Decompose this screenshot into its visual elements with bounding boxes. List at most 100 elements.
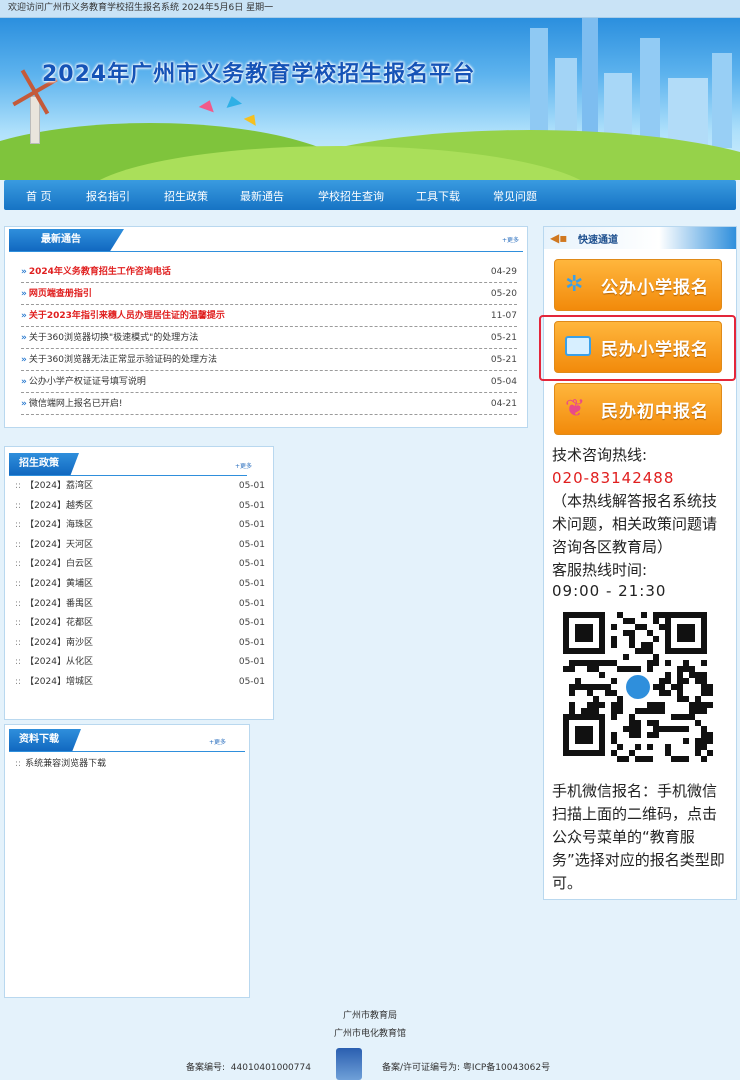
notice-item[interactable]: » 网页端查册指引 05-20 <box>21 283 517 305</box>
download-more-link[interactable]: +更多 <box>209 737 226 746</box>
notice-item[interactable]: » 关于360浏览器切换"极速模式"的处理方法 05-21 <box>21 327 517 349</box>
bullet-icon: :: <box>15 579 22 589</box>
bullet-icon: :: <box>15 657 22 668</box>
policy-item[interactable]: :: 【2024】花都区 05-01 <box>15 614 265 633</box>
policy-item[interactable]: :: 【2024】荔湾区 05-01 <box>15 477 265 496</box>
footer-org: 广州市教育局 <box>342 1011 397 1021</box>
nav-faq[interactable]: 常见问题 <box>493 188 537 204</box>
service-time: 09:00 - 21:30 <box>552 582 667 600</box>
policy-item[interactable]: :: 【2024】增城区 05-01 <box>15 673 265 692</box>
nav-notices[interactable]: 最新通告 <box>240 188 284 204</box>
public-primary-signup-button[interactable]: ✲ 公办小学报名 <box>554 259 722 311</box>
policy-title: 【2024】海珠区 <box>25 520 93 531</box>
notice-item[interactable]: » 2024年义务教育招生工作咨询电话 04-29 <box>21 261 517 283</box>
download-item[interactable]: :: 系统兼容浏览器下载 <box>15 755 235 774</box>
policy-item[interactable]: :: 【2024】海珠区 05-01 <box>15 516 265 535</box>
notices-more-link[interactable]: +更多 <box>502 235 519 244</box>
notice-title: 2024年义务教育招生工作咨询电话 <box>28 267 171 277</box>
policy-date: 05-01 <box>238 637 265 648</box>
hotline-note: （本热线解答报名系统技术问题，相关政策问题请咨询各区教育局） <box>552 492 718 556</box>
nav-guide[interactable]: 报名指引 <box>86 188 130 204</box>
notice-title: 公办小学产权证证号填写说明 <box>28 377 146 387</box>
bullet-icon: :: <box>15 618 22 629</box>
arrow-icon: » <box>21 333 27 343</box>
bullet-icon: :: <box>15 637 22 648</box>
notice-title: 网页端查册指引 <box>28 289 92 299</box>
download-panel: 资料下载 +更多 :: 系统兼容浏览器下载 <box>4 724 250 998</box>
policy-title: 【2024】黄埔区 <box>25 579 93 589</box>
notice-item[interactable]: » 关于360浏览器无法正常显示验证码的处理方法 05-21 <box>21 349 517 371</box>
policy-title: 【2024】越秀区 <box>25 500 93 511</box>
wechat-qr-code <box>563 612 713 762</box>
policy-item[interactable]: :: 【2024】白云区 05-01 <box>15 555 265 574</box>
bullet-icon: :: <box>15 759 22 769</box>
bullet-icon: :: <box>15 520 22 531</box>
bullet-icon: :: <box>15 677 22 687</box>
policy-title: 【2024】荔湾区 <box>25 481 93 491</box>
arrow-icon: » <box>21 377 27 387</box>
policy-title: 【2024】白云区 <box>25 559 93 570</box>
policy-item[interactable]: :: 【2024】从化区 05-01 <box>15 653 265 672</box>
policy-date: 05-01 <box>238 618 265 629</box>
nav-home[interactable]: 首 页 <box>26 188 52 204</box>
butterfly-icon: ✲ <box>565 272 584 297</box>
nav-school-query[interactable]: 学校招生查询 <box>318 188 384 204</box>
policy-item[interactable]: :: 【2024】天河区 05-01 <box>15 536 265 555</box>
arrow-icon: » <box>21 311 27 321</box>
policy-date: 05-01 <box>238 579 265 589</box>
main-nav: 首 页 报名指引 招生政策 最新通告 学校招生查询 工具下载 常见问题 <box>4 180 736 210</box>
footer-org2: 广州市电化教育馆 <box>333 1029 406 1039</box>
notice-title: 微信端网上报名已开启! <box>28 399 123 409</box>
nav-tools[interactable]: 工具下载 <box>416 188 460 204</box>
policy-date: 05-01 <box>238 539 265 550</box>
bullet-icon: :: <box>15 559 22 570</box>
policy-title: 【2024】花都区 <box>25 618 93 629</box>
policy-title: 【2024】天河区 <box>25 539 93 550</box>
arrow-icon: » <box>21 355 27 365</box>
notice-date: 05-20 <box>490 289 517 299</box>
notice-date: 05-21 <box>490 355 517 365</box>
arrow-icon: » <box>21 399 27 409</box>
policy-title: 【2024】番禺区 <box>25 598 93 609</box>
policy-date: 05-01 <box>238 500 265 511</box>
notice-date: 05-04 <box>490 377 517 387</box>
header-banner: 2024年广州市义务教育学校招生报名平台 <box>0 18 740 180</box>
policy-item[interactable]: :: 【2024】越秀区 05-01 <box>15 497 265 516</box>
notice-item[interactable]: » 公办小学产权证证号填写说明 05-04 <box>21 371 517 393</box>
notice-item[interactable]: » 微信端网上报名已开启! 04-21 <box>21 393 517 415</box>
policy-tab: 招生政策 <box>19 458 59 469</box>
site-title: 2024年广州市义务教育学校招生报名平台 <box>42 62 476 87</box>
policy-date: 05-01 <box>238 598 265 609</box>
hotline-number: 020-83142488 <box>552 469 675 487</box>
footer-icp[interactable]: 备案/许可证编号为: 粤ICP备10043062号 <box>382 1060 550 1073</box>
policy-item[interactable]: :: 【2024】番禺区 05-01 <box>15 595 265 614</box>
policy-panel: 招生政策 +更多 :: 【2024】荔湾区 05-01:: 【2024】越秀区 05-0… <box>4 446 274 720</box>
private-junior-signup-button[interactable]: ❦ 民办初中报名 <box>554 383 722 435</box>
flower-icon: ❦ <box>565 394 586 422</box>
policy-date: 05-01 <box>238 677 265 687</box>
notice-item[interactable]: » 关于2023年指引来穗人员办理居住证的温馨提示 11-07 <box>21 305 517 327</box>
notice-title: 关于2023年指引来穗人员办理居住证的温馨提示 <box>28 311 225 321</box>
policy-item[interactable]: :: 【2024】南沙区 05-01 <box>15 634 265 653</box>
arrow-icon: » <box>21 267 27 277</box>
policy-date: 05-01 <box>238 657 265 668</box>
policy-more-link[interactable]: +更多 <box>235 461 252 470</box>
policy-date: 05-01 <box>238 520 265 531</box>
service-label: 客服热线时间: <box>552 561 648 579</box>
hotline-label: 技术咨询热线: <box>552 446 648 464</box>
arrow-icon: » <box>21 289 27 299</box>
bullet-icon: :: <box>15 539 22 550</box>
nav-policy[interactable]: 招生政策 <box>164 188 208 204</box>
police-badge-icon <box>336 1048 362 1080</box>
policy-item[interactable]: :: 【2024】黄埔区 05-01 <box>15 575 265 594</box>
notice-title: 关于360浏览器无法正常显示验证码的处理方法 <box>28 355 218 365</box>
wechat-note: 手机微信报名：手机微信扫描上面的二维码，点击公众号菜单的“教育服务”选择对应的报… <box>552 782 725 892</box>
notices-panel: 最新通告 +更多 » 2024年义务教育招生工作咨询电话 04-29» 网页端查册指引… <box>4 226 528 428</box>
footer-record: 备案编号: 44010401000774 <box>186 1063 311 1073</box>
welcome-bar: 欢迎访问广州市义务教育学校招生报名系统 2024年5月6日 星期一 <box>0 0 740 18</box>
private-primary-signup-button[interactable]: 民办小学报名 <box>554 321 722 373</box>
policy-date: 05-01 <box>238 481 265 491</box>
download-tab: 资料下载 <box>19 734 59 745</box>
policy-title: 【2024】从化区 <box>25 657 93 668</box>
policy-date: 05-01 <box>238 559 265 570</box>
